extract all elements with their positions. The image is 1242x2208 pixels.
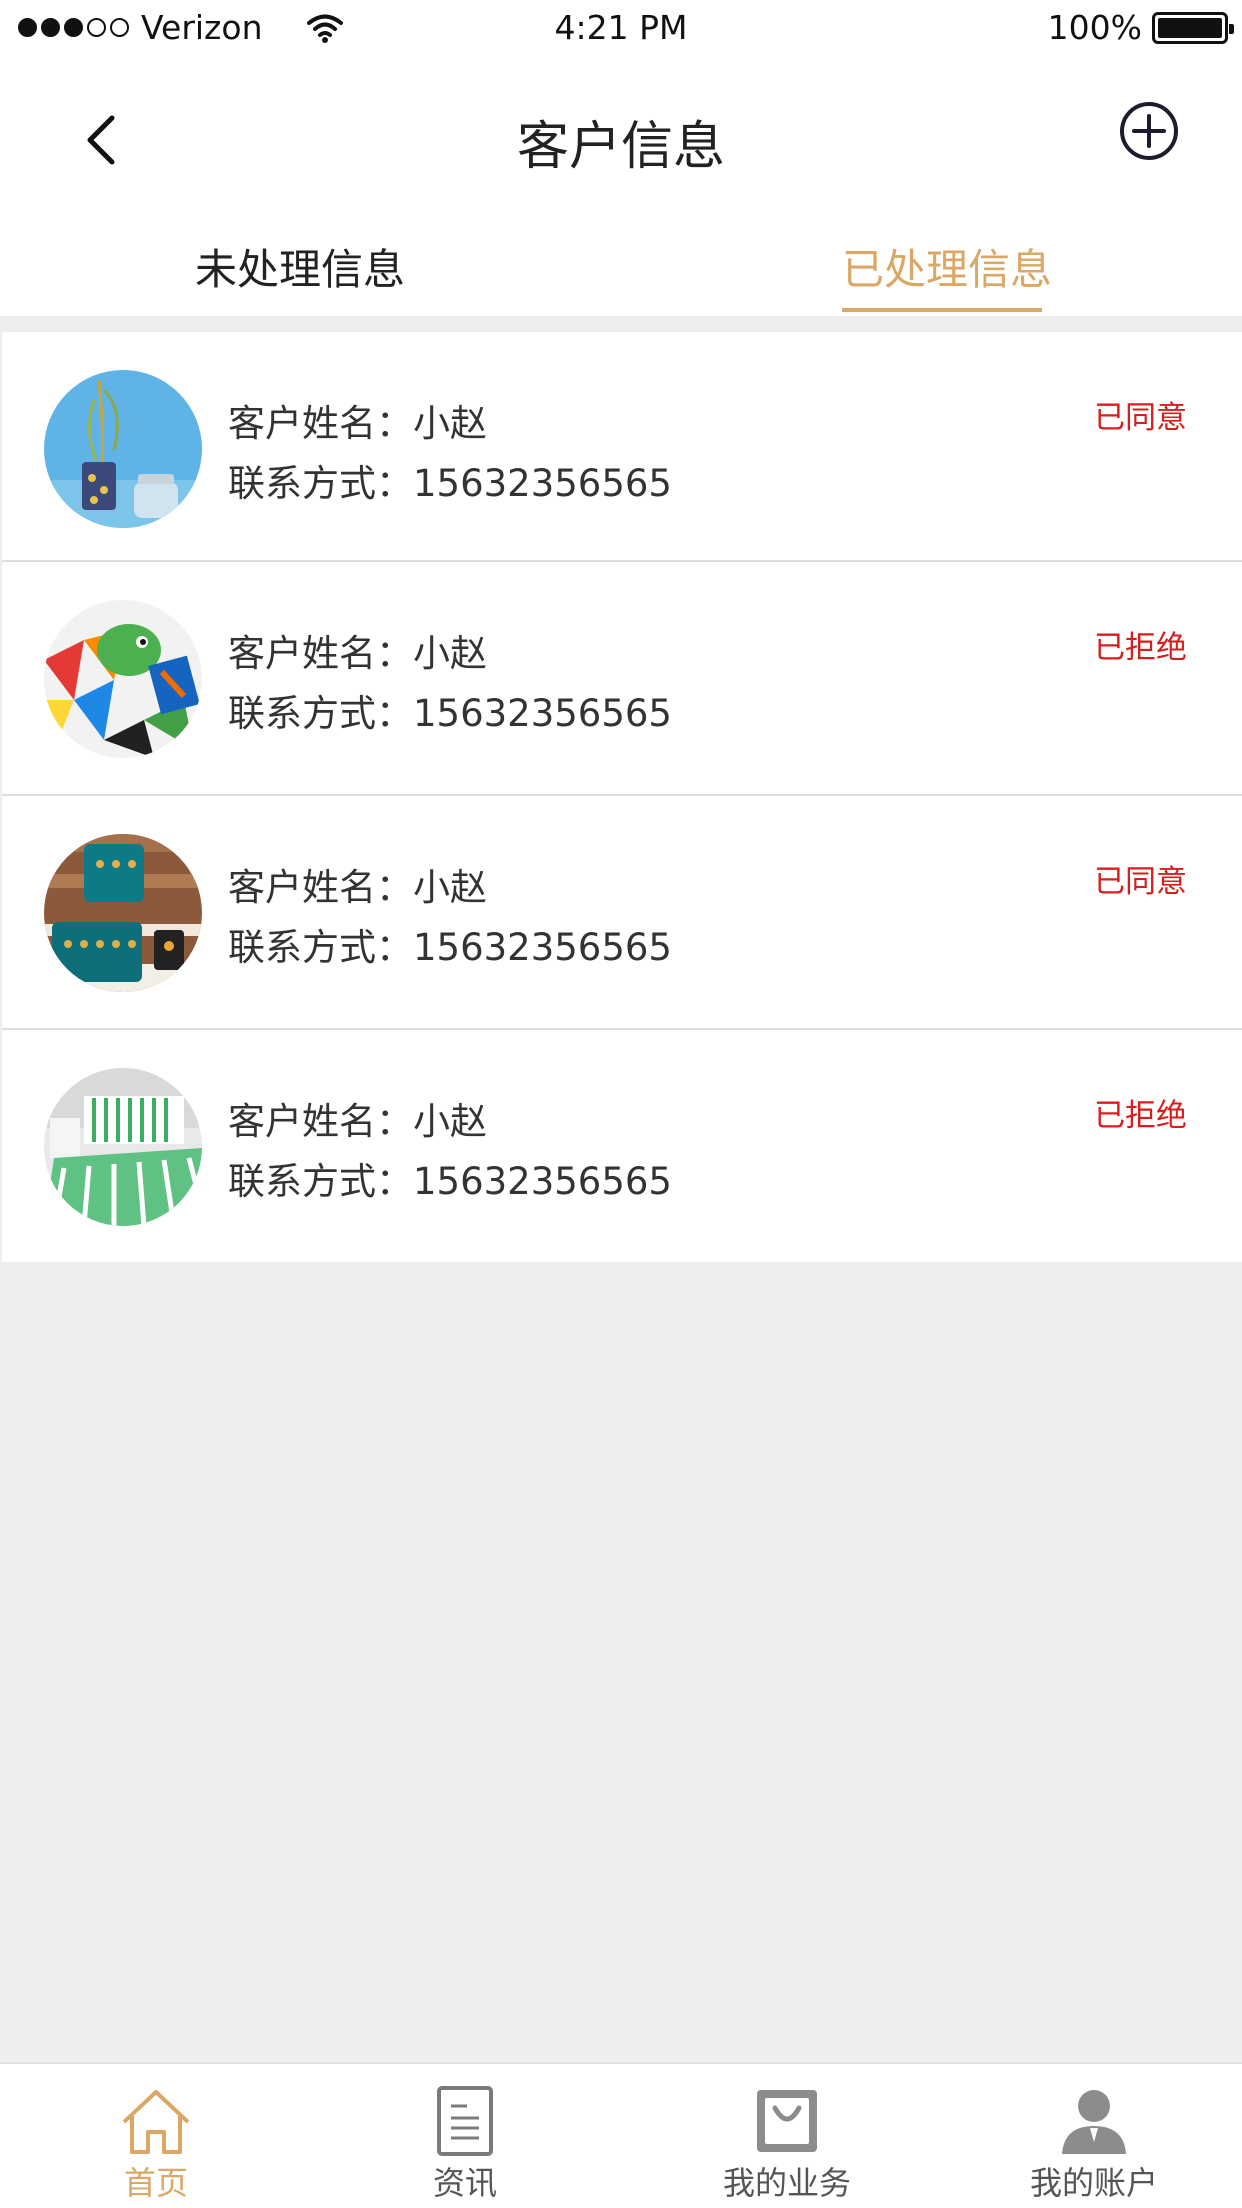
active-tab-indicator <box>842 308 1042 312</box>
customer-phone: 联系方式：15632356565 <box>228 1160 672 1203</box>
segment-tabs: 未处理信息 已处理信息 <box>0 216 1242 316</box>
tab-processed[interactable]: 已处理信息 <box>842 236 1052 297</box>
battery-group: 100% <box>1047 8 1234 47</box>
customer-name: 客户姓名：小赵 <box>228 1100 487 1143</box>
avatar <box>44 600 202 758</box>
home-icon <box>122 2090 190 2154</box>
status-badge: 已拒绝 <box>1094 630 1187 666</box>
customer-phone: 联系方式：15632356565 <box>228 926 672 969</box>
customer-phone: 联系方式：15632356565 <box>228 462 672 505</box>
navigation-bar: 客户信息 <box>0 56 1242 216</box>
plus-circle-icon[interactable] <box>1118 100 1180 162</box>
page-title: 客户信息 <box>516 117 725 177</box>
avatar <box>44 370 202 528</box>
list-item[interactable]: 客户姓名：小赵 联系方式：15632356565 已拒绝 <box>2 560 1242 794</box>
tabbar-label: 我的业务 <box>722 2164 851 2202</box>
status-bar: Verizon 4:21 PM 100% <box>0 0 1242 56</box>
customer-list: 客户姓名：小赵 联系方式：15632356565 已同意 客户姓名：小赵 联系方… <box>2 332 1242 1262</box>
avatar <box>44 1068 202 1226</box>
customer-info: 客户姓名：小赵 联系方式：15632356565 <box>228 858 672 978</box>
list-item[interactable]: 客户姓名：小赵 联系方式：15632356565 已同意 <box>2 332 1242 560</box>
status-badge: 已同意 <box>1094 400 1187 436</box>
bottom-tab-bar: 首页 资讯 我的业务 我的账户 <box>0 2062 1242 2208</box>
tabbar-item-news[interactable]: 资讯 <box>355 2064 575 2208</box>
customer-phone: 联系方式：15632356565 <box>228 692 672 735</box>
status-badge: 已拒绝 <box>1094 1098 1187 1134</box>
tabbar-item-business[interactable]: 我的业务 <box>677 2064 897 2208</box>
tabbar-label: 我的账户 <box>1029 2164 1158 2202</box>
tabbar-item-account[interactable]: 我的账户 <box>984 2064 1204 2208</box>
avatar <box>44 834 202 992</box>
battery-percent: 100% <box>1047 8 1142 47</box>
battery-icon <box>1152 11 1234 44</box>
customer-name: 客户姓名：小赵 <box>228 402 487 445</box>
shopping-bag-icon <box>757 2090 817 2152</box>
customer-name: 客户姓名：小赵 <box>228 866 487 909</box>
list-item[interactable]: 客户姓名：小赵 联系方式：15632356565 已同意 <box>2 794 1242 1028</box>
customer-info: 客户姓名：小赵 联系方式：15632356565 <box>228 624 672 744</box>
customer-name: 客户姓名：小赵 <box>228 632 487 675</box>
list-item[interactable]: 客户姓名：小赵 联系方式：15632356565 已拒绝 <box>2 1028 1242 1262</box>
tabbar-label: 资讯 <box>432 2164 497 2202</box>
customer-info: 客户姓名：小赵 联系方式：15632356565 <box>228 1092 672 1212</box>
document-icon <box>437 2086 493 2156</box>
tab-unprocessed[interactable]: 未处理信息 <box>195 236 405 297</box>
status-badge: 已同意 <box>1094 864 1187 900</box>
customer-info: 客户姓名：小赵 联系方式：15632356565 <box>228 394 672 514</box>
user-icon <box>1062 2090 1126 2154</box>
tabbar-label: 首页 <box>123 2164 188 2202</box>
tabbar-item-home[interactable]: 首页 <box>46 2064 266 2208</box>
